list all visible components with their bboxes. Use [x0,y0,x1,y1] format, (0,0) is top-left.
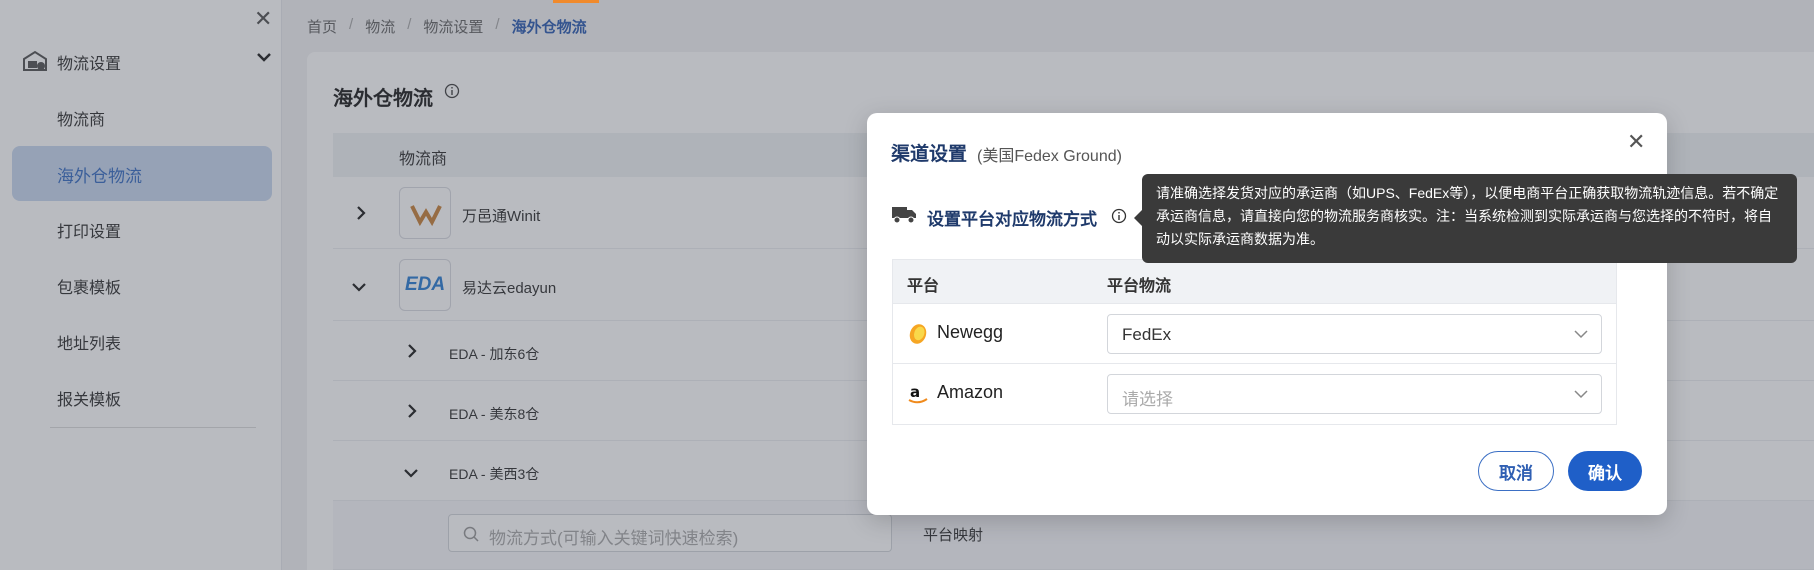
info-tooltip: 请准确选择发货对应的承运商（如UPS、FedEx等），以便电商平台正确获取物流轨… [1134,174,1797,263]
dialog-subtitle: (美国Fedex Ground) [977,148,1122,165]
svg-text:a: a [910,383,920,401]
confirm-button[interactable]: 确认 [1568,451,1642,491]
logistics-select[interactable]: FedEx [1107,314,1602,354]
platform-name: Amazon [937,382,1004,402]
dialog-title: 渠道设置 [891,144,968,165]
chevron-down-icon [1574,390,1588,399]
table-row: a Amazon 请选择 [893,364,1616,424]
logistics-select[interactable]: 请选择 [1107,374,1602,414]
newegg-logo-icon [909,324,927,344]
column-header-platform: 平台 [907,278,940,295]
close-icon[interactable]: ✕ [1627,129,1645,155]
amazon-logo-icon: a [908,383,928,404]
selected-value: FedEx [1122,325,1172,344]
column-header-platform-logistics: 平台物流 [1107,278,1172,295]
chevron-down-icon [1574,330,1588,339]
truck-icon [892,207,916,224]
table-header: 平台 平台物流 [893,260,1616,304]
select-placeholder: 请选择 [1122,390,1173,409]
platform-mapping-table: 平台 平台物流 Newegg FedEx a Amazon 请选择 [892,259,1617,425]
table-row: Newegg FedEx [893,304,1616,364]
section-title: 设置平台对应物流方式 [927,210,1097,229]
cancel-button[interactable]: 取消 [1478,451,1554,491]
info-icon[interactable] [1111,208,1127,224]
platform-name: Newegg [937,322,1004,342]
top-indicator [553,0,599,3]
